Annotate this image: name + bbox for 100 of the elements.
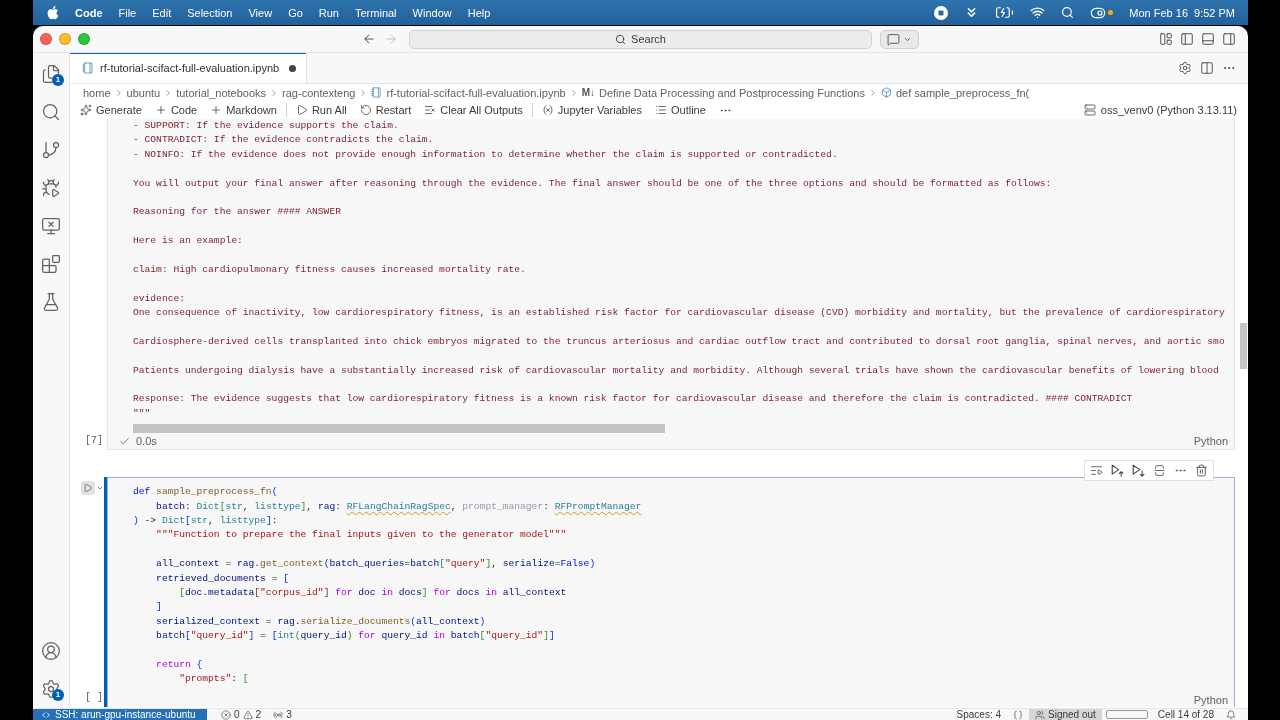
breadcrumb-item[interactable]: home xyxy=(83,86,111,99)
chat-button[interactable] xyxy=(880,29,919,49)
zoom-button[interactable] xyxy=(78,33,90,45)
plus-icon xyxy=(210,104,223,116)
restart-button[interactable]: Restart xyxy=(359,104,412,116)
output-line: evidence: xyxy=(133,291,185,306)
stop-record-icon[interactable] xyxy=(934,5,949,20)
outline-button[interactable]: Outline xyxy=(654,104,706,116)
menu-item[interactable]: Terminal xyxy=(355,6,397,19)
scrollbar-thumb[interactable] xyxy=(1240,323,1247,369)
output-line: - CONTRADICT: If the evidence contradicts the claim. xyxy=(133,133,434,148)
markdown-icon: M↓ xyxy=(581,87,595,98)
breadcrumb-item[interactable]: ubuntu xyxy=(126,86,161,99)
run-cell-button[interactable] xyxy=(81,481,95,496)
play-bug-icon[interactable] xyxy=(41,178,61,198)
horizontal-scrollbar[interactable] xyxy=(133,424,665,434)
breadcrumb-item[interactable]: rf-tutorial-scifact-full-evaluation.ipynb xyxy=(371,86,566,99)
kernel-picker[interactable]: oss_venv0 (Python 3.13.11) xyxy=(1083,104,1237,116)
search-icon[interactable] xyxy=(41,102,61,122)
command-center[interactable]: Search xyxy=(409,29,872,49)
bottom-panel-icon[interactable] xyxy=(1201,32,1215,46)
variables-button[interactable]: Jupyter Variables xyxy=(541,104,642,116)
chat-icon xyxy=(887,32,900,46)
menu-item[interactable]: Edit xyxy=(152,6,172,19)
cell-position[interactable]: Cell 14 of 28 xyxy=(1151,709,1220,720)
play-up-arrow-icon[interactable] xyxy=(1111,464,1124,478)
notebook-icon xyxy=(82,62,94,74)
server-icon xyxy=(1083,104,1096,116)
language-label[interactable]: Python xyxy=(1193,693,1228,706)
date-label[interactable]: Mon Feb 16 xyxy=(1129,6,1189,19)
breadcrumb-item[interactable]: M↓ Define Data Processing and Postprocessing Functions xyxy=(581,86,865,99)
trash-icon[interactable] xyxy=(1195,464,1208,478)
search-icon[interactable] xyxy=(1061,6,1075,19)
editor-tab[interactable]: rf-tutorial-scifact-full-evaluation.ipynb xyxy=(70,53,308,83)
bell-icon[interactable] xyxy=(1226,709,1236,720)
add-cell-button[interactable]: Code xyxy=(154,104,198,116)
menu-item[interactable]: Go xyxy=(288,6,303,19)
output-line: - SUPPORT: If the evidence supports the claim. xyxy=(133,119,399,133)
cube-icon xyxy=(880,87,892,98)
branch-icon[interactable] xyxy=(41,140,61,160)
breadcrumb-item[interactable]: def sample_preprocess_fn( xyxy=(880,86,1030,99)
outlined-status-item[interactable] xyxy=(1105,710,1148,719)
code-line: retrieved_documents = [ xyxy=(155,571,289,586)
blocks-icon[interactable] xyxy=(41,254,61,274)
wifi-icon[interactable] xyxy=(1030,5,1046,20)
menu-item[interactable]: Help xyxy=(467,6,491,19)
run-all-button[interactable]: Run All xyxy=(295,104,347,116)
play-icon xyxy=(295,104,308,116)
breadcrumb-item[interactable]: rag-contexteng xyxy=(282,86,356,99)
clear-outputs-button[interactable]: Clear All Outputs xyxy=(424,104,523,116)
circular-arrow-icon xyxy=(359,104,372,116)
problems-indicator[interactable]: 0 2 xyxy=(215,709,268,720)
right-panel-icon[interactable] xyxy=(1222,32,1236,46)
close-button[interactable] xyxy=(40,33,52,45)
list-play-icon[interactable] xyxy=(1090,464,1103,478)
braces-icon[interactable] xyxy=(1013,709,1023,720)
generate-button[interactable]: Generate xyxy=(80,104,142,116)
play-down-arrow-icon[interactable] xyxy=(1132,464,1145,478)
menu-item[interactable]: Window xyxy=(412,6,452,19)
monitor-icon[interactable] xyxy=(41,216,61,236)
menu-item[interactable]: View xyxy=(248,6,273,19)
code-line: return { xyxy=(155,657,203,672)
menu-item[interactable]: File xyxy=(118,6,137,19)
time-label[interactable]: 9:52 PM xyxy=(1194,6,1235,19)
count-badge: 1 xyxy=(52,689,64,701)
split-cell-icon[interactable] xyxy=(1153,464,1166,478)
code-line: "prompts": [ xyxy=(178,672,249,687)
ports-indicator[interactable]: 3 xyxy=(267,709,298,720)
menu-item[interactable]: Run xyxy=(318,6,339,19)
left-panel-icon[interactable] xyxy=(1180,32,1194,46)
list-x-icon xyxy=(424,104,437,116)
account-indicator[interactable]: Signed out xyxy=(1029,709,1102,720)
indentation-indicator[interactable]: Spaces: 4 xyxy=(950,709,1007,720)
layout-icon[interactable] xyxy=(1159,32,1173,46)
flask-icon[interactable] xyxy=(41,292,61,312)
add-cell-button[interactable]: Markdown xyxy=(210,104,277,116)
app-menu[interactable]: Code xyxy=(75,6,103,19)
breadcrumb-item[interactable]: tutorial_notebooks xyxy=(176,86,267,99)
files-icon[interactable] xyxy=(41,64,61,84)
account-icon[interactable] xyxy=(41,641,61,661)
apple-icon[interactable] xyxy=(47,5,59,20)
code-line: """Function to prepare the final inputs given to the generator model""" xyxy=(155,528,567,543)
remote-icon xyxy=(41,709,51,720)
execution-time: 0.0s xyxy=(136,435,157,448)
plus-icon xyxy=(154,104,167,116)
remote-indicator[interactable]: SSH: arun-gpu-instance-ubuntu xyxy=(33,709,207,720)
output-line: - NOINFO: If the evidence does not provide enough information to determine whether the claim is supported or contradicted. xyxy=(133,147,838,162)
output-line: Here is an example: xyxy=(133,234,243,249)
split-editor-icon[interactable] xyxy=(1200,61,1214,75)
output-line: Patients undergoing dialysis have a substantially increased risk of cardiovascular mortality and morbidity. Although several trials have shown the cardiovascular benefits of lowering blood xyxy=(133,363,1219,378)
language-label[interactable]: Python xyxy=(1193,435,1228,448)
output-line: Response: The evidence suggests that low cardiorespiratory fitness is a known risk factor for cardiovascular disease and therefore the claim is contradicted. #### CONTRADICT xyxy=(133,392,1133,407)
modified-dot-icon[interactable] xyxy=(289,64,297,72)
settings-icon[interactable] xyxy=(41,679,61,699)
settings-icon[interactable] xyxy=(1178,61,1192,75)
code-line: def sample_preprocess_fn( xyxy=(133,485,278,500)
code-line: ] xyxy=(155,600,162,615)
notebook-icon xyxy=(371,87,383,98)
code-line: all_context = rag.get_context(batch_queries=batch["query"], serialize=False) xyxy=(155,557,596,572)
menu-item[interactable]: Selection xyxy=(187,6,233,19)
